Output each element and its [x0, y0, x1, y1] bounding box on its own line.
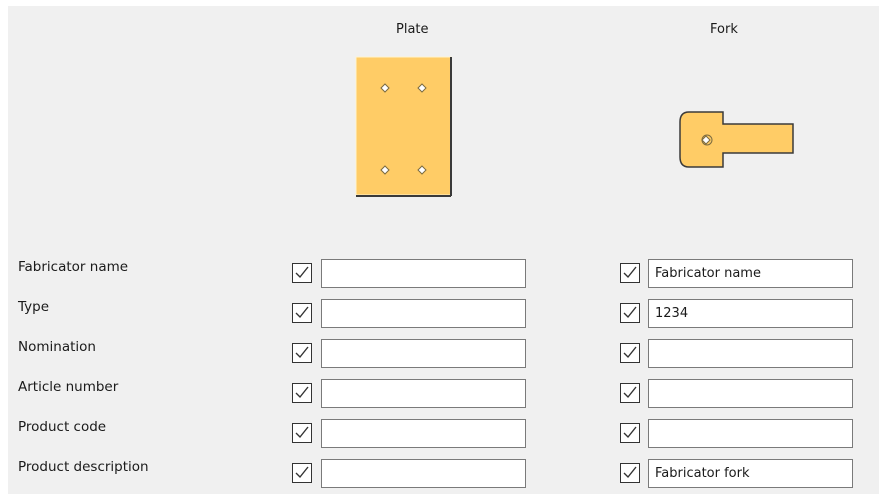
plate-nomination-field[interactable] — [321, 339, 526, 368]
fork-fabricator-name-field[interactable]: Fabricator name — [648, 259, 853, 288]
fork-product-code-checkbox[interactable] — [620, 423, 640, 443]
check-icon — [295, 266, 309, 279]
check-icon — [295, 346, 309, 359]
plate-article-number-checkbox[interactable] — [292, 383, 312, 403]
check-icon — [623, 426, 637, 439]
plate-column-title: Plate — [396, 22, 429, 37]
fork-type-field[interactable]: 1234 — [648, 299, 853, 328]
plate-type-checkbox[interactable] — [292, 303, 312, 323]
fork-nomination-field[interactable] — [648, 339, 853, 368]
check-icon — [623, 386, 637, 399]
check-icon — [295, 426, 309, 439]
check-icon — [623, 346, 637, 359]
properties-panel: Plate Fork Fabricator name Fabricator na… — [8, 6, 879, 494]
check-icon — [623, 466, 637, 479]
fork-product-code-field[interactable] — [648, 419, 853, 448]
check-icon — [295, 466, 309, 479]
plate-preview-icon — [355, 56, 452, 197]
fork-article-number-checkbox[interactable] — [620, 383, 640, 403]
fabricator-name-label: Fabricator name — [18, 259, 129, 275]
fork-nomination-checkbox[interactable] — [620, 343, 640, 363]
fork-preview-icon — [679, 111, 794, 168]
fork-column-title: Fork — [710, 22, 738, 37]
plate-article-number-field[interactable] — [321, 379, 526, 408]
fork-fabricator-name-checkbox[interactable] — [620, 263, 640, 283]
plate-product-description-checkbox[interactable] — [292, 463, 312, 483]
fork-product-description-checkbox[interactable] — [620, 463, 640, 483]
check-icon — [623, 306, 637, 319]
product-code-label: Product code — [18, 419, 107, 435]
plate-type-field[interactable] — [321, 299, 526, 328]
type-label: Type — [18, 299, 50, 315]
check-icon — [623, 266, 637, 279]
article-number-label: Article number — [18, 379, 119, 395]
plate-product-code-checkbox[interactable] — [292, 423, 312, 443]
plate-product-code-field[interactable] — [321, 419, 526, 448]
plate-fabricator-name-field[interactable] — [321, 259, 526, 288]
nomination-label: Nomination — [18, 339, 96, 355]
plate-nomination-checkbox[interactable] — [292, 343, 312, 363]
check-icon — [295, 306, 309, 319]
fork-product-description-field[interactable]: Fabricator fork — [648, 459, 853, 488]
plate-product-description-field[interactable] — [321, 459, 526, 488]
check-icon — [295, 386, 309, 399]
fork-type-checkbox[interactable] — [620, 303, 640, 323]
fork-article-number-field[interactable] — [648, 379, 853, 408]
plate-fabricator-name-checkbox[interactable] — [292, 263, 312, 283]
product-description-label: Product description — [18, 459, 149, 475]
